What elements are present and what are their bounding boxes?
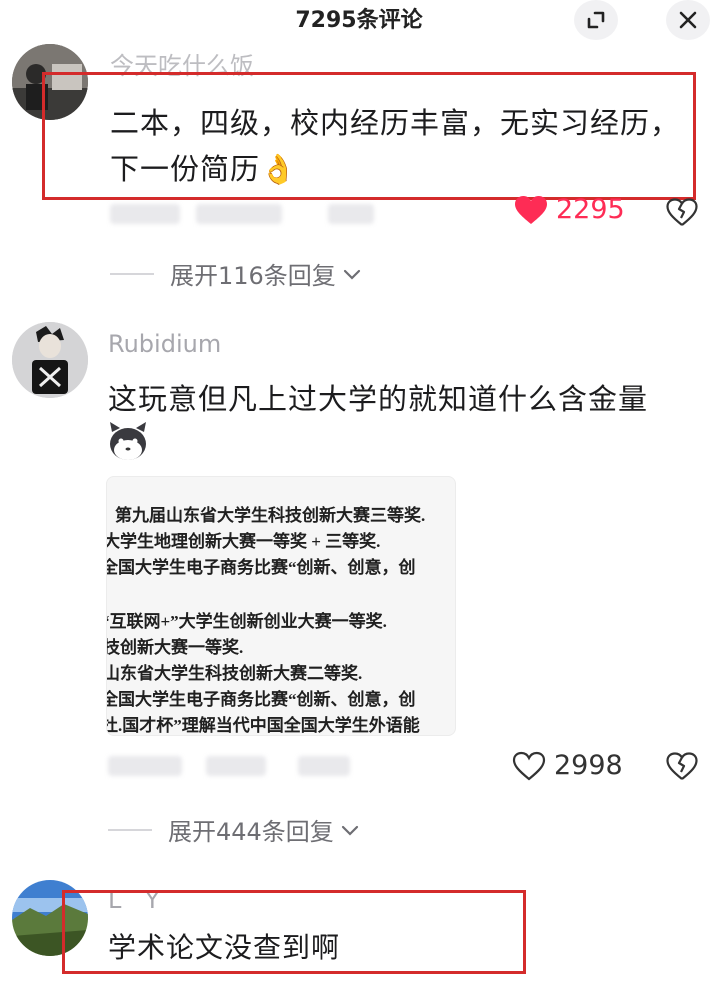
image-text-line: 山东省大学生科技创新大赛二等奖. [106,664,363,683]
comment-text: 这玩意但凡上过大学的就知道什么含金量 [108,382,649,416]
like-count: 2998 [554,750,623,781]
highlight-box [42,72,696,200]
avatar[interactable] [12,322,88,398]
image-text-line: 技创新大赛一等奖. [106,638,244,657]
cat-sticker [106,420,150,468]
broken-heart-icon [666,752,698,780]
comment-image[interactable]: 第九届山东省大学生科技创新大赛三等奖. 大学生地理创新大赛一等奖 + 三等奖. … [106,476,456,736]
heart-outline-icon [512,751,546,780]
close-icon [679,11,697,29]
expand-replies-label: 展开116条回复 [170,262,336,290]
heart-filled-icon [515,195,547,224]
dislike-button[interactable] [666,198,698,230]
image-text-line: 全国大学生电子商务比赛“创新、创意，创 [106,558,416,577]
dislike-button[interactable] [666,752,698,784]
like-button[interactable]: 2998 [512,750,623,781]
comment-username[interactable]: Rubidium [108,330,221,358]
expand-replies[interactable]: 展开444条回复 [108,812,360,847]
image-text-line: 第九届山东省大学生科技创新大赛三等奖. [115,506,426,525]
comment-time-location [108,756,182,776]
image-text-line: 大学生地理创新大赛一等奖 + 三等奖. [106,532,381,551]
expand-icon [587,11,605,29]
reply-button[interactable] [328,204,374,224]
like-count: 2295 [556,194,625,225]
expand-replies-label: 展开444条回复 [168,818,334,846]
expand-button[interactable] [574,0,618,40]
comments-header: 7295条评论 [0,0,718,40]
like-button[interactable]: 2295 [514,194,625,225]
comment-time-location [196,204,282,224]
highlight-box [62,890,526,974]
comment-time-location [110,204,180,224]
broken-heart-icon [666,198,698,226]
image-text-line: 杜.国才杯”理解当代中国全国大学生外语能 [106,716,420,735]
divider [110,272,154,275]
comment-time-location [206,756,266,776]
image-text-line: 全国大学生电子商务比赛“创新、创意，创 [106,690,416,709]
divider [108,828,152,831]
expand-replies[interactable]: 展开116条回复 [110,256,362,291]
reply-button[interactable] [298,756,350,776]
chevron-down-icon [341,825,358,836]
chevron-down-icon [343,269,360,280]
close-button[interactable] [666,0,710,40]
image-text-line: “互联网+”大学生创新创业大赛一等奖. [106,612,387,631]
